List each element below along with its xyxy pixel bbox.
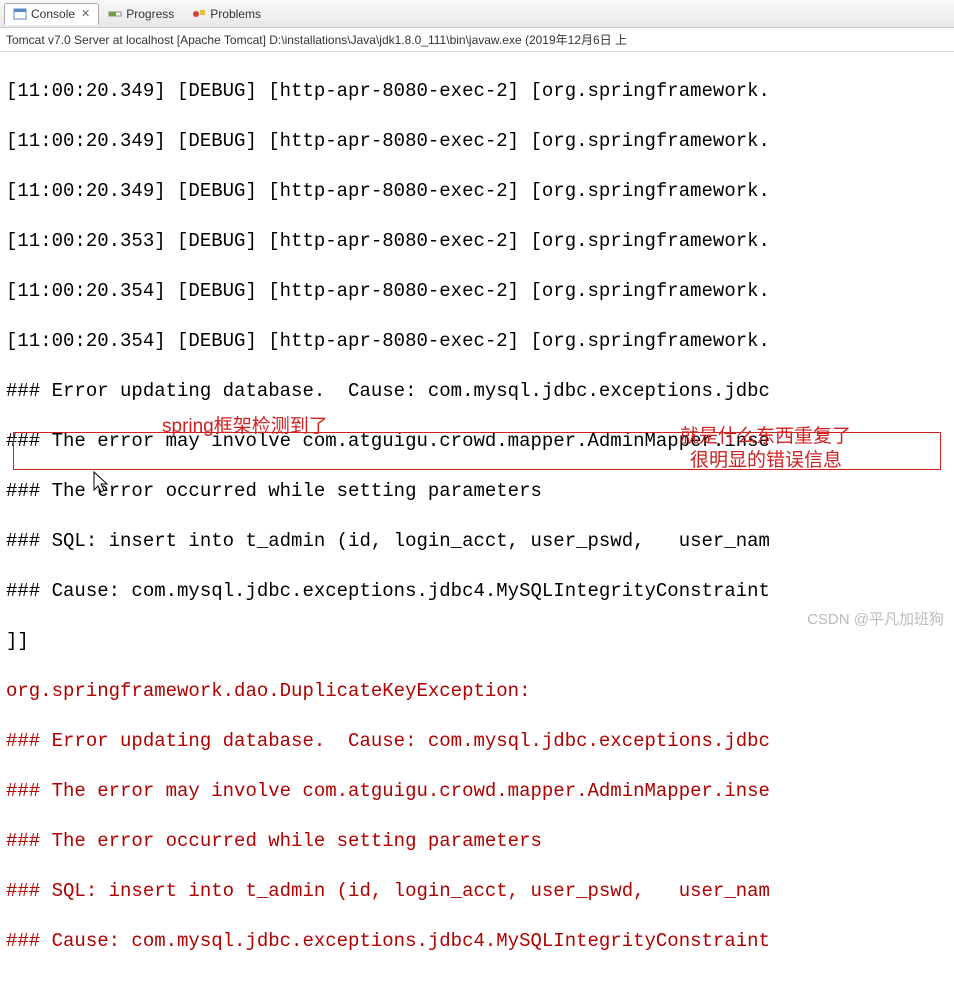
log-line: ### The error occurred while setting par… xyxy=(6,479,948,504)
log-line-error: ### Cause: com.mysql.jdbc.exceptions.jdb… xyxy=(6,929,948,954)
log-line-error: ### Error updating database. Cause: com.… xyxy=(6,729,948,754)
log-line-error: ### The error may involve com.atguigu.cr… xyxy=(6,779,948,804)
log-line: [11:00:20.353] [DEBUG] [http-apr-8080-ex… xyxy=(6,229,948,254)
tab-label: Problems xyxy=(210,7,261,21)
log-line: [11:00:20.354] [DEBUG] [http-apr-8080-ex… xyxy=(6,329,948,354)
watermark: CSDN @平凡加班狗 xyxy=(807,608,944,629)
log-line: [11:00:20.354] [DEBUG] [http-apr-8080-ex… xyxy=(6,279,948,304)
log-line: [11:00:20.349] [DEBUG] [http-apr-8080-ex… xyxy=(6,179,948,204)
server-info: Tomcat v7.0 Server at localhost [Apache … xyxy=(0,28,954,52)
view-tab-bar: Console ✕ Progress Problems xyxy=(0,0,954,28)
log-line-error: org.springframework.dao.DuplicateKeyExce… xyxy=(6,679,948,704)
log-line: ]] xyxy=(6,629,948,654)
log-line: ### SQL: insert into t_admin (id, login_… xyxy=(6,529,948,554)
tab-progress[interactable]: Progress xyxy=(99,3,183,25)
log-line: ### Error updating database. Cause: com.… xyxy=(6,379,948,404)
log-line: [11:00:20.349] [DEBUG] [http-apr-8080-ex… xyxy=(6,129,948,154)
annotation-obvious-error: 很明显的错误信息 xyxy=(690,445,842,472)
annotation-duplicate: 就是什么东西重复了 xyxy=(680,421,851,448)
log-line: ### Cause: com.mysql.jdbc.exceptions.jdb… xyxy=(6,579,948,604)
tab-label: Console xyxy=(31,7,75,21)
tab-problems[interactable]: Problems xyxy=(183,3,270,25)
tab-console[interactable]: Console ✕ xyxy=(4,3,99,25)
log-line-error: ### The error occurred while setting par… xyxy=(6,829,948,854)
log-line: [11:00:20.349] [DEBUG] [http-apr-8080-ex… xyxy=(6,79,948,104)
tab-label: Progress xyxy=(126,7,174,21)
progress-icon xyxy=(108,7,122,21)
log-line-error: ### SQL: insert into t_admin (id, login_… xyxy=(6,879,948,904)
annotation-spring-detected: spring框架检测到了 xyxy=(162,411,328,438)
problems-icon xyxy=(192,7,206,21)
console-output[interactable]: [11:00:20.349] [DEBUG] [http-apr-8080-ex… xyxy=(0,52,954,981)
console-icon xyxy=(13,7,27,21)
close-icon[interactable]: ✕ xyxy=(81,7,90,20)
